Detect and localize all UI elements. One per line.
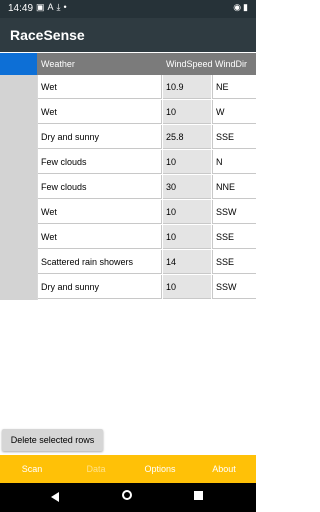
row-select-cell[interactable] xyxy=(0,100,37,125)
column-header-winddir[interactable]: WindDir xyxy=(212,53,256,75)
gmail-icon: ▣ xyxy=(36,2,48,12)
nav-data: Data xyxy=(86,464,106,474)
app-bar: RaceSense xyxy=(0,18,256,52)
download-icon: ⤓ xyxy=(56,2,64,12)
row-select-cell[interactable] xyxy=(0,225,37,250)
battery-icon: ▮ xyxy=(243,2,250,12)
dot-icon: • xyxy=(63,2,70,12)
cell-winddir[interactable]: N xyxy=(212,150,256,174)
table-row[interactable]: Wet 10 SSW xyxy=(0,200,256,225)
table-row[interactable]: Scattered rain showers 14 SSE xyxy=(0,250,256,275)
select-all-header[interactable] xyxy=(0,53,37,75)
nav-scan[interactable]: Scan xyxy=(0,455,64,483)
cell-windspeed[interactable]: 10 xyxy=(163,100,211,124)
cell-windspeed[interactable]: 10 xyxy=(163,150,211,174)
home-icon[interactable] xyxy=(122,490,132,500)
cell-weather[interactable]: Wet xyxy=(38,75,162,99)
cell-weather[interactable]: Wet xyxy=(38,100,162,124)
cell-winddir[interactable]: SSW xyxy=(212,200,256,224)
nav-about[interactable]: About xyxy=(192,455,256,483)
status-bar: 14:49 ▣A⤓• ◉▮ xyxy=(0,0,256,18)
cell-windspeed[interactable]: 10.9 xyxy=(163,75,211,99)
cell-winddir[interactable]: NE xyxy=(212,75,256,99)
system-icons: ◉▮ xyxy=(233,2,250,13)
cell-weather[interactable]: Few clouds xyxy=(38,150,162,174)
table-row[interactable]: Wet 10.9 NE xyxy=(0,75,256,100)
bottom-nav: Scan Data Options About xyxy=(0,455,256,483)
cell-weather[interactable]: Wet xyxy=(38,200,162,224)
cell-weather[interactable]: Wet xyxy=(38,225,162,249)
notification-icons: ▣A⤓• xyxy=(36,2,70,13)
cell-windspeed[interactable]: 14 xyxy=(163,250,211,274)
row-select-cell[interactable] xyxy=(0,250,37,275)
cell-winddir[interactable]: NNE xyxy=(212,175,256,199)
data-table: Weather WindSpeed WindDir Wet 10.9 NE We… xyxy=(0,53,256,300)
app-title: RaceSense xyxy=(10,27,85,43)
cell-windspeed[interactable]: 30 xyxy=(163,175,211,199)
row-select-cell[interactable] xyxy=(0,275,37,300)
cell-weather[interactable]: Scattered rain showers xyxy=(38,250,162,274)
system-nav-bar xyxy=(0,483,256,512)
table-row[interactable]: Few clouds 10 N xyxy=(0,150,256,175)
row-select-cell[interactable] xyxy=(0,175,37,200)
row-select-cell[interactable] xyxy=(0,75,37,100)
row-select-cell[interactable] xyxy=(0,200,37,225)
column-header-windspeed[interactable]: WindSpeed xyxy=(163,53,213,75)
cell-winddir[interactable]: SSE xyxy=(212,225,256,249)
text-icon: A xyxy=(47,2,57,12)
cell-winddir[interactable]: SSE xyxy=(212,250,256,274)
cell-winddir[interactable]: W xyxy=(212,100,256,124)
cell-winddir[interactable]: SSW xyxy=(212,275,256,299)
wifi-icon: ◉ xyxy=(233,2,244,12)
cell-weather[interactable]: Dry and sunny xyxy=(38,125,162,149)
cell-windspeed[interactable]: 25.8 xyxy=(163,125,211,149)
status-time: 14:49 xyxy=(8,3,34,14)
cell-winddir[interactable]: SSE xyxy=(212,125,256,149)
cell-weather[interactable]: Few clouds xyxy=(38,175,162,199)
table-row[interactable]: Few clouds 30 NNE xyxy=(0,175,256,200)
back-icon[interactable] xyxy=(51,492,59,502)
recents-icon[interactable] xyxy=(194,491,203,500)
cell-windspeed[interactable]: 10 xyxy=(163,200,211,224)
table-row[interactable]: Wet 10 W xyxy=(0,100,256,125)
row-select-cell[interactable] xyxy=(0,150,37,175)
table-row[interactable]: Wet 10 SSE xyxy=(0,225,256,250)
cell-windspeed[interactable]: 10 xyxy=(163,275,211,299)
table-row[interactable]: Dry and sunny 10 SSW xyxy=(0,275,256,300)
table-row[interactable]: Dry and sunny 25.8 SSE xyxy=(0,125,256,150)
table-header-row: Weather WindSpeed WindDir xyxy=(0,53,256,75)
cell-windspeed[interactable]: 10 xyxy=(163,225,211,249)
column-header-weather[interactable]: Weather xyxy=(38,53,162,75)
cell-weather[interactable]: Dry and sunny xyxy=(38,275,162,299)
row-select-cell[interactable] xyxy=(0,125,37,150)
delete-selected-rows-button[interactable]: Delete selected rows xyxy=(2,429,103,451)
nav-options[interactable]: Options xyxy=(128,455,192,483)
